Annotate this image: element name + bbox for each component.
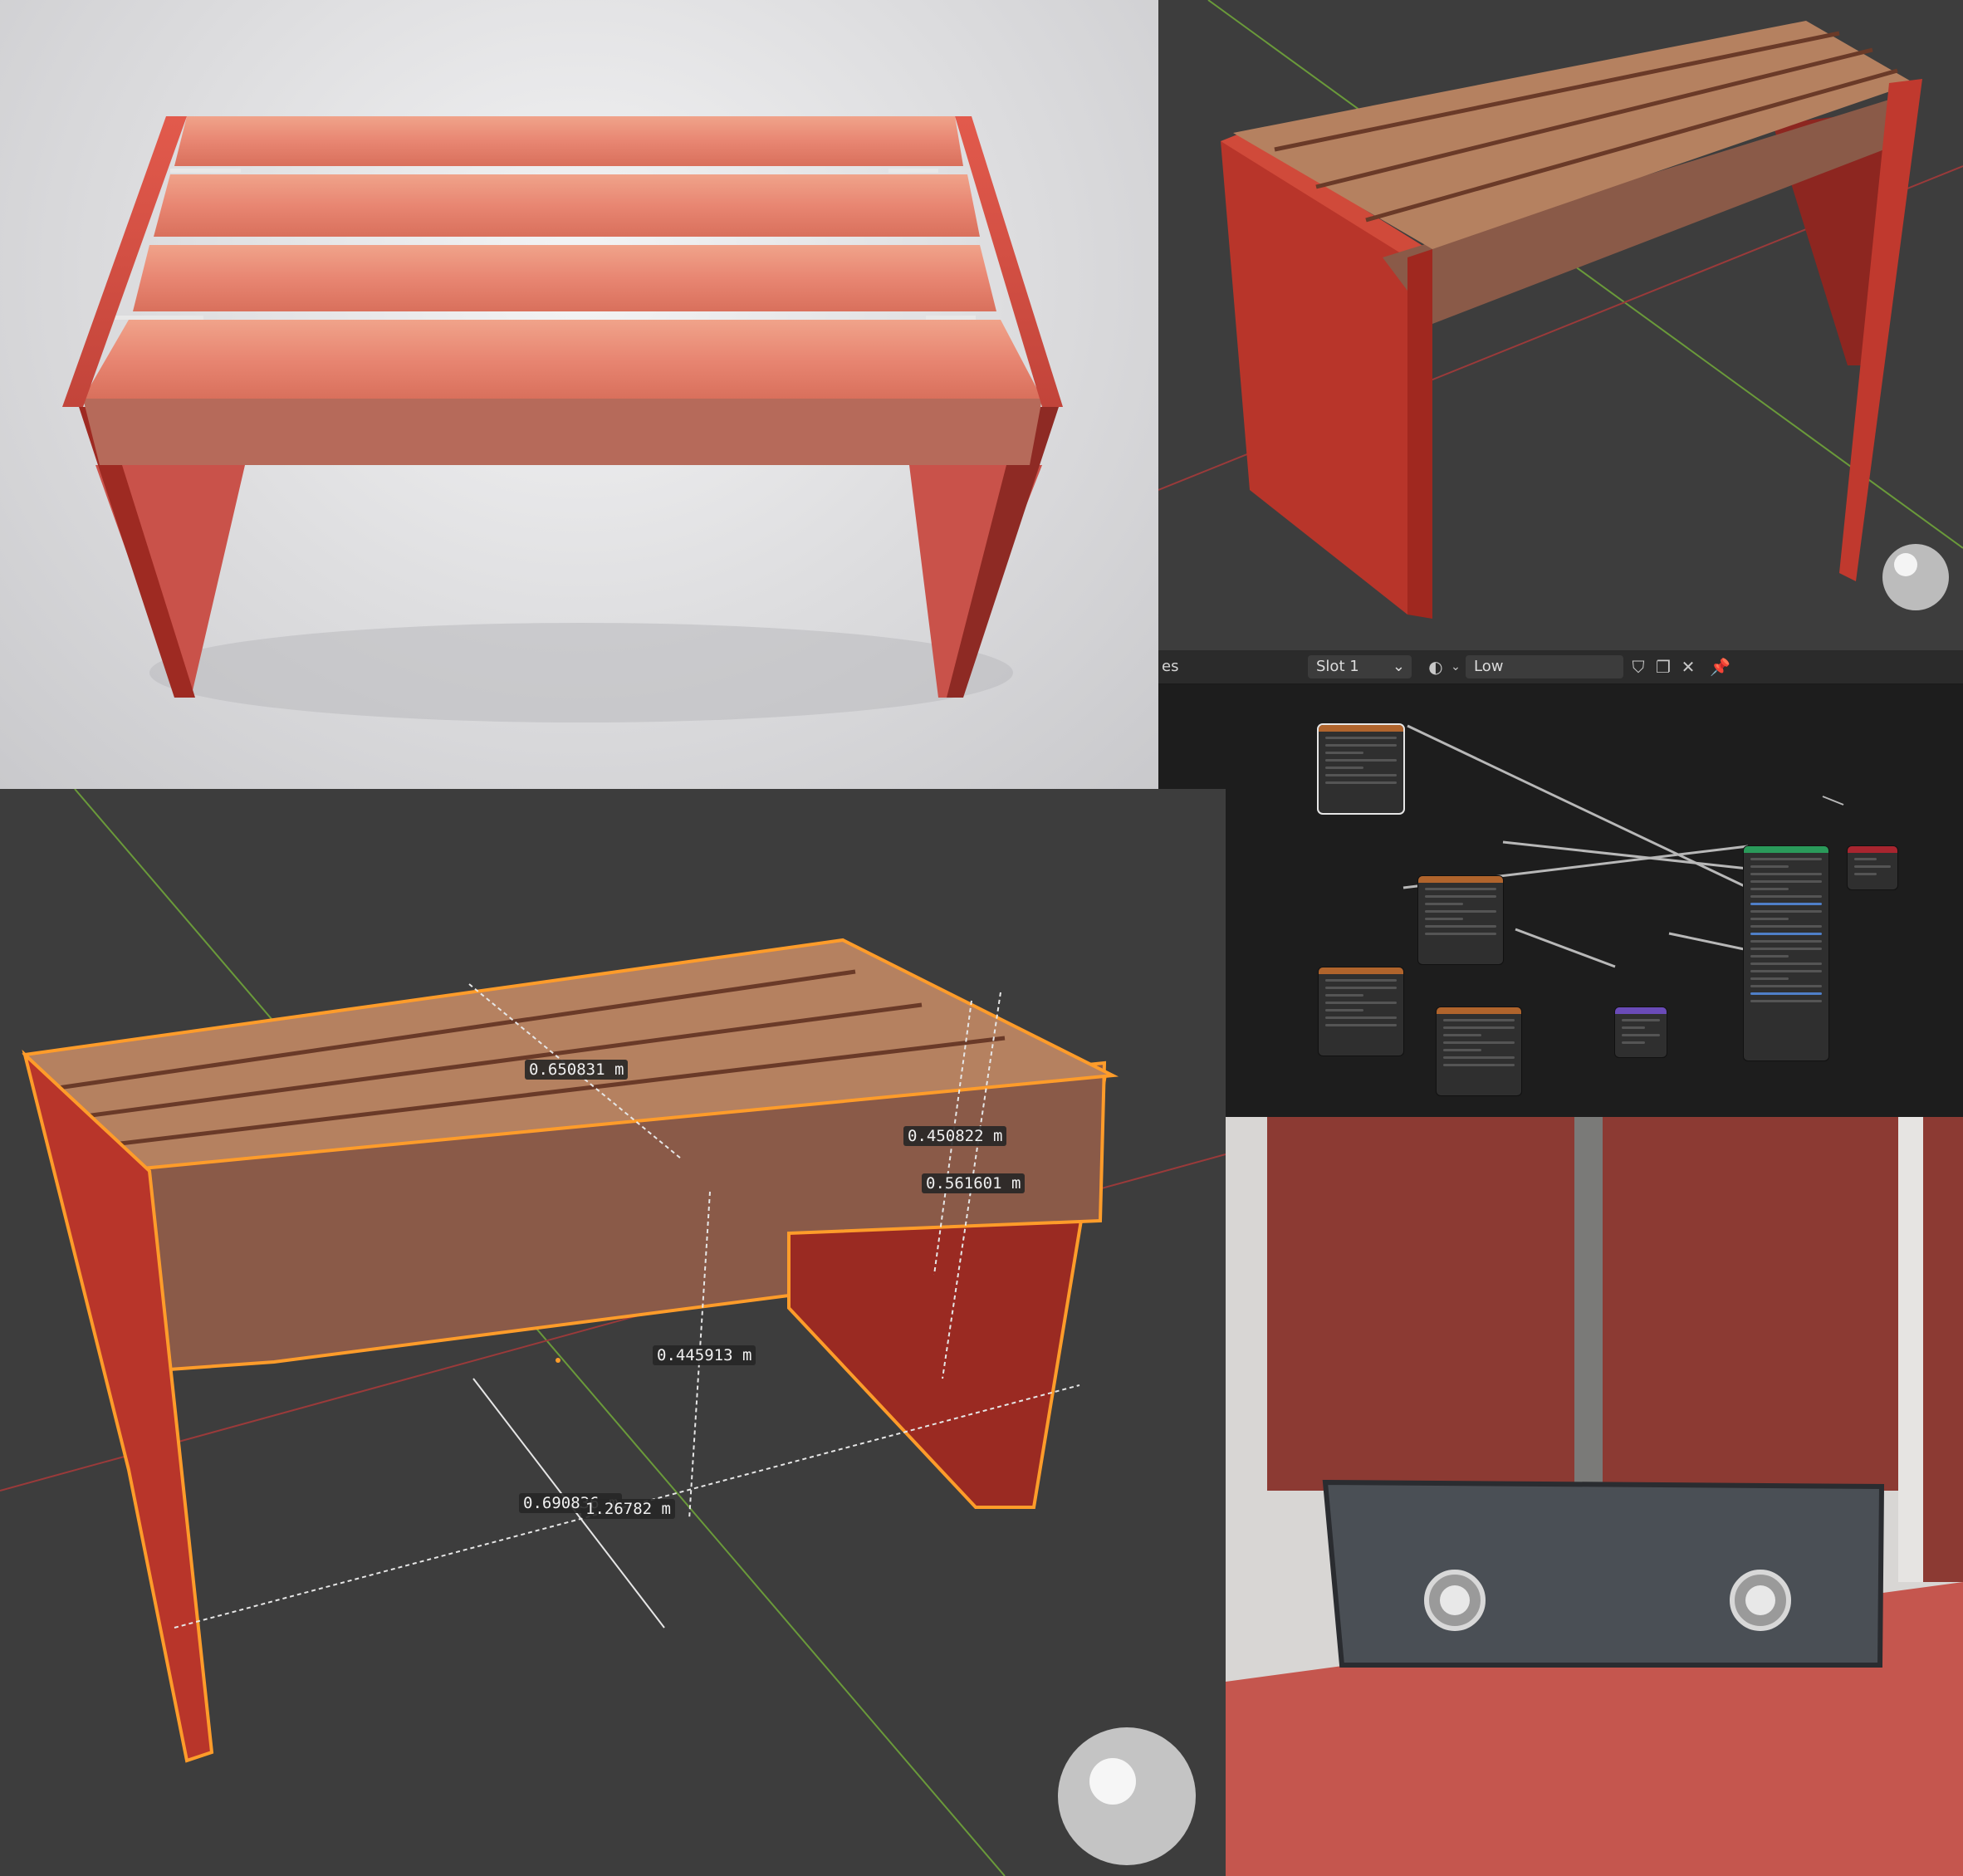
hdri-preview-sphere [1882,544,1949,610]
fake-user-shield-icon[interactable]: ⛉ [1628,657,1648,677]
material-output-node[interactable] [1848,846,1897,889]
shader-node-editor[interactable]: es Slot 1 ⌄ ◐ ⌄ Low ⛉ ❐ ✕ 📌 [1158,650,1963,1117]
chevron-down-icon[interactable]: ⌄ [1446,657,1466,677]
dimension-label: 0.450822 m [903,1126,1007,1146]
render-preview [0,0,1158,789]
normal-map-node[interactable] [1615,1007,1667,1057]
duplicate-icon[interactable]: ❐ [1653,657,1673,677]
image-texture-node[interactable] [1418,876,1503,964]
viewport-solid-preview[interactable] [1158,0,1963,650]
dimension-label: 0.561601 m [922,1173,1026,1193]
bracket-closeup-image [1226,1117,1963,1876]
bench-viewport-image [1158,0,1963,619]
pin-icon[interactable]: 📌 [1710,657,1730,677]
material-sphere-icon[interactable]: ◐ [1426,657,1446,677]
viewport-measure[interactable]: 0.650831 m 0.450822 m 0.561601 m 0.44591… [0,789,1226,1876]
principled-bsdf-node[interactable] [1744,846,1828,1060]
bracket-closeup-render [1226,1117,1963,1876]
slot-dropdown[interactable]: Slot 1 ⌄ [1308,655,1412,678]
bench-render-image [62,116,1063,722]
image-texture-node[interactable] [1437,1007,1521,1095]
dimension-label: 1.26782 m [581,1499,675,1519]
image-texture-node[interactable] [1319,725,1403,813]
node-links [1402,724,1844,968]
dimension-label: 0.445913 m [653,1345,756,1365]
dimension-label: 0.650831 m [525,1060,629,1080]
node-editor-header: es Slot 1 ⌄ ◐ ⌄ Low ⛉ ❐ ✕ 📌 [1158,650,1963,684]
material-name-field[interactable]: Low [1466,655,1623,678]
header-truncated-label: es [1162,658,1179,675]
bench-measure-viewport [0,789,1226,1876]
material-name: Low [1474,658,1504,675]
image-texture-node[interactable] [1319,967,1403,1056]
slot-label: Slot 1 [1316,658,1359,675]
chevron-down-icon: ⌄ [1392,658,1405,675]
close-icon[interactable]: ✕ [1678,657,1698,677]
